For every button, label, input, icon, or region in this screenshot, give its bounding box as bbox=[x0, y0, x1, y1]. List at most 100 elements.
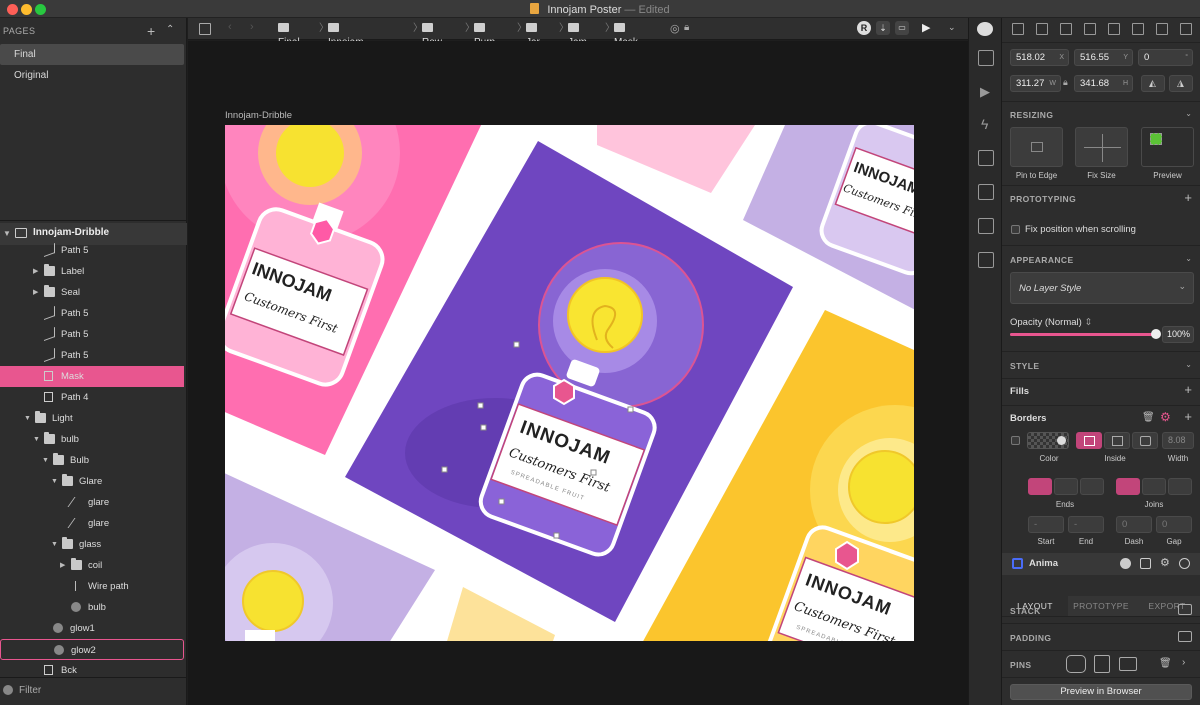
hide-icon[interactable]: ◎ bbox=[670, 22, 680, 35]
layer-style-select[interactable]: No Layer Style ⌄ bbox=[1010, 272, 1194, 304]
layer-row[interactable]: glow1 bbox=[0, 618, 187, 639]
chevron-right-icon[interactable]: › bbox=[1182, 657, 1185, 668]
align-bottom-icon[interactable] bbox=[1180, 23, 1192, 35]
layer-row[interactable]: Bck bbox=[0, 660, 187, 678]
align-top-icon[interactable] bbox=[1132, 23, 1144, 35]
add-border-icon[interactable]: + bbox=[1184, 409, 1192, 424]
rotation-field[interactable]: 0 ° bbox=[1138, 49, 1193, 66]
pin-to-edge-button[interactable] bbox=[1010, 127, 1063, 167]
layer-row[interactable]: Path 5 bbox=[0, 345, 187, 366]
distribute-horizontal-icon[interactable] bbox=[1012, 23, 1024, 35]
layer-row[interactable]: ▼ Glare bbox=[0, 471, 187, 492]
join-miter-button[interactable] bbox=[1116, 478, 1140, 495]
add-image-icon[interactable] bbox=[978, 252, 994, 268]
gear-icon[interactable]: ⚙ bbox=[1160, 410, 1171, 424]
stepper-icon[interactable]: ⇕ bbox=[1084, 317, 1092, 328]
pin-vertical-icon[interactable] bbox=[1094, 655, 1110, 673]
fix-size-button[interactable] bbox=[1075, 127, 1128, 167]
breadcrumb-item-innojam-dribble[interactable]: Innojam-Dribble bbox=[328, 22, 367, 62]
filter-icon[interactable] bbox=[3, 685, 13, 695]
join-bevel-button[interactable] bbox=[1168, 478, 1192, 495]
layer-row[interactable]: ▼ glass bbox=[0, 534, 187, 555]
runner-icon[interactable]: R bbox=[857, 21, 871, 35]
filter-input[interactable]: Filter bbox=[19, 685, 41, 696]
artboard-title[interactable]: Innojam-Dribble bbox=[225, 110, 292, 121]
align-left-icon[interactable] bbox=[1060, 23, 1072, 35]
disclosure-triangle-icon[interactable]: ▼ bbox=[42, 450, 49, 471]
breadcrumb-item-row[interactable]: Row bbox=[422, 22, 442, 48]
disclosure-triangle-icon[interactable]: ▼ bbox=[51, 471, 58, 492]
layer-row[interactable]: ▼ Bulb bbox=[0, 450, 187, 471]
trash-icon[interactable]: 🗑︎ bbox=[1159, 658, 1172, 669]
breadcrumb-item-mask[interactable]: Mask bbox=[614, 22, 638, 48]
layer-row[interactable]: ▶ Label bbox=[0, 261, 187, 282]
opacity-field[interactable]: 100% bbox=[1162, 326, 1194, 343]
layer-row[interactable]: bulb bbox=[0, 597, 187, 618]
gap-field[interactable]: 0 bbox=[1156, 516, 1192, 533]
align-right-icon[interactable] bbox=[1108, 23, 1120, 35]
breadcrumb-item-jar[interactable]: Jar bbox=[526, 22, 541, 48]
y-position-field[interactable]: 516.55 Y bbox=[1074, 49, 1133, 66]
opacity-slider-knob[interactable] bbox=[1151, 329, 1161, 339]
tab-prototype[interactable]: PROTOTYPE bbox=[1068, 596, 1134, 616]
page-item-original[interactable]: Original bbox=[0, 65, 187, 86]
layer-row[interactable]: ▼ Light bbox=[0, 408, 187, 429]
end-butt-button[interactable] bbox=[1028, 478, 1052, 495]
flip-horizontal-button[interactable]: ◭ bbox=[1141, 75, 1165, 92]
record-icon[interactable] bbox=[1120, 558, 1131, 569]
page-item-final[interactable]: Final bbox=[0, 44, 184, 65]
pin-all-icon[interactable] bbox=[1066, 655, 1086, 673]
add-fill-icon[interactable]: + bbox=[1184, 382, 1192, 397]
download-icon[interactable]: ⇣ bbox=[876, 21, 890, 35]
flip-vertical-button[interactable]: ◮ bbox=[1169, 75, 1193, 92]
craft-icon[interactable] bbox=[977, 22, 993, 36]
add-page-icon[interactable]: + bbox=[147, 23, 155, 39]
layout-icon[interactable] bbox=[978, 150, 994, 166]
layer-row[interactable]: Path 5 bbox=[0, 324, 187, 345]
layer-row[interactable]: ▶ Seal bbox=[0, 282, 187, 303]
border-outside-button[interactable] bbox=[1132, 432, 1158, 449]
end-square-button[interactable] bbox=[1080, 478, 1104, 495]
pin-horizontal-icon[interactable] bbox=[1119, 657, 1137, 671]
layer-row[interactable]: Wire path bbox=[0, 576, 187, 597]
fix-position-checkbox[interactable] bbox=[1011, 225, 1020, 234]
artboard[interactable]: INNOJAM Customers First INNOJAM Customer… bbox=[225, 125, 914, 641]
chevron-down-icon[interactable]: ⌄ bbox=[1185, 109, 1192, 118]
poster-artwork[interactable]: INNOJAM Customers First INNOJAM Customer… bbox=[225, 125, 914, 641]
add-stack-icon[interactable] bbox=[1178, 604, 1192, 615]
add-prototyping-icon[interactable]: + bbox=[1184, 190, 1192, 205]
disclosure-triangle-icon[interactable]: ▼ bbox=[51, 534, 58, 555]
end-arrow-select[interactable]: - bbox=[1068, 516, 1104, 533]
lock-icon[interactable]: 🔒︎ bbox=[684, 22, 689, 33]
layer-row[interactable]: glow2 bbox=[0, 639, 184, 660]
layer-row[interactable]: Path 4 bbox=[0, 387, 187, 408]
layer-row[interactable]: Path 5 bbox=[0, 240, 187, 261]
border-width-field[interactable]: 8.08 bbox=[1162, 432, 1194, 449]
align-center-icon[interactable] bbox=[1084, 23, 1096, 35]
height-field[interactable]: 341.68 H bbox=[1074, 75, 1133, 92]
resize-icon[interactable] bbox=[978, 218, 994, 234]
play-icon[interactable]: ▶ bbox=[922, 21, 930, 34]
lock-ratio-icon[interactable]: 🔒︎ bbox=[1063, 77, 1068, 88]
add-padding-icon[interactable] bbox=[1178, 631, 1192, 642]
disclosure-triangle-icon[interactable]: ▶ bbox=[33, 282, 38, 303]
layer-row[interactable]: ▶ coil bbox=[0, 555, 187, 576]
start-arrow-select[interactable]: - bbox=[1028, 516, 1064, 533]
opacity-slider[interactable] bbox=[1010, 329, 1161, 339]
breadcrumb-item-jam[interactable]: Jam bbox=[568, 22, 587, 48]
chevron-down-icon[interactable]: ⌄ bbox=[948, 22, 956, 33]
layer-row[interactable]: ▼ bulb bbox=[0, 429, 187, 450]
chevron-down-icon[interactable]: ⌄ bbox=[1185, 254, 1192, 263]
lightning-icon[interactable]: ϟ bbox=[981, 116, 988, 132]
play-icon[interactable]: ▶ bbox=[980, 84, 990, 100]
grid-view-icon[interactable] bbox=[199, 23, 211, 35]
layer-row[interactable]: Path 5 bbox=[0, 303, 187, 324]
width-field[interactable]: 311.27 W bbox=[1010, 75, 1061, 92]
border-inside-button[interactable] bbox=[1076, 432, 1102, 449]
breadcrumb-item-purp[interactable]: Purp bbox=[474, 22, 495, 48]
layer-row[interactable]: glare bbox=[0, 513, 187, 534]
trash-icon[interactable]: 🗑︎ bbox=[1142, 412, 1155, 423]
border-enabled-checkbox[interactable] bbox=[1011, 436, 1020, 445]
canvas[interactable]: Innojam-Dribble INNOJAM Customers First … bbox=[188, 41, 968, 705]
border-center-button[interactable] bbox=[1104, 432, 1130, 449]
